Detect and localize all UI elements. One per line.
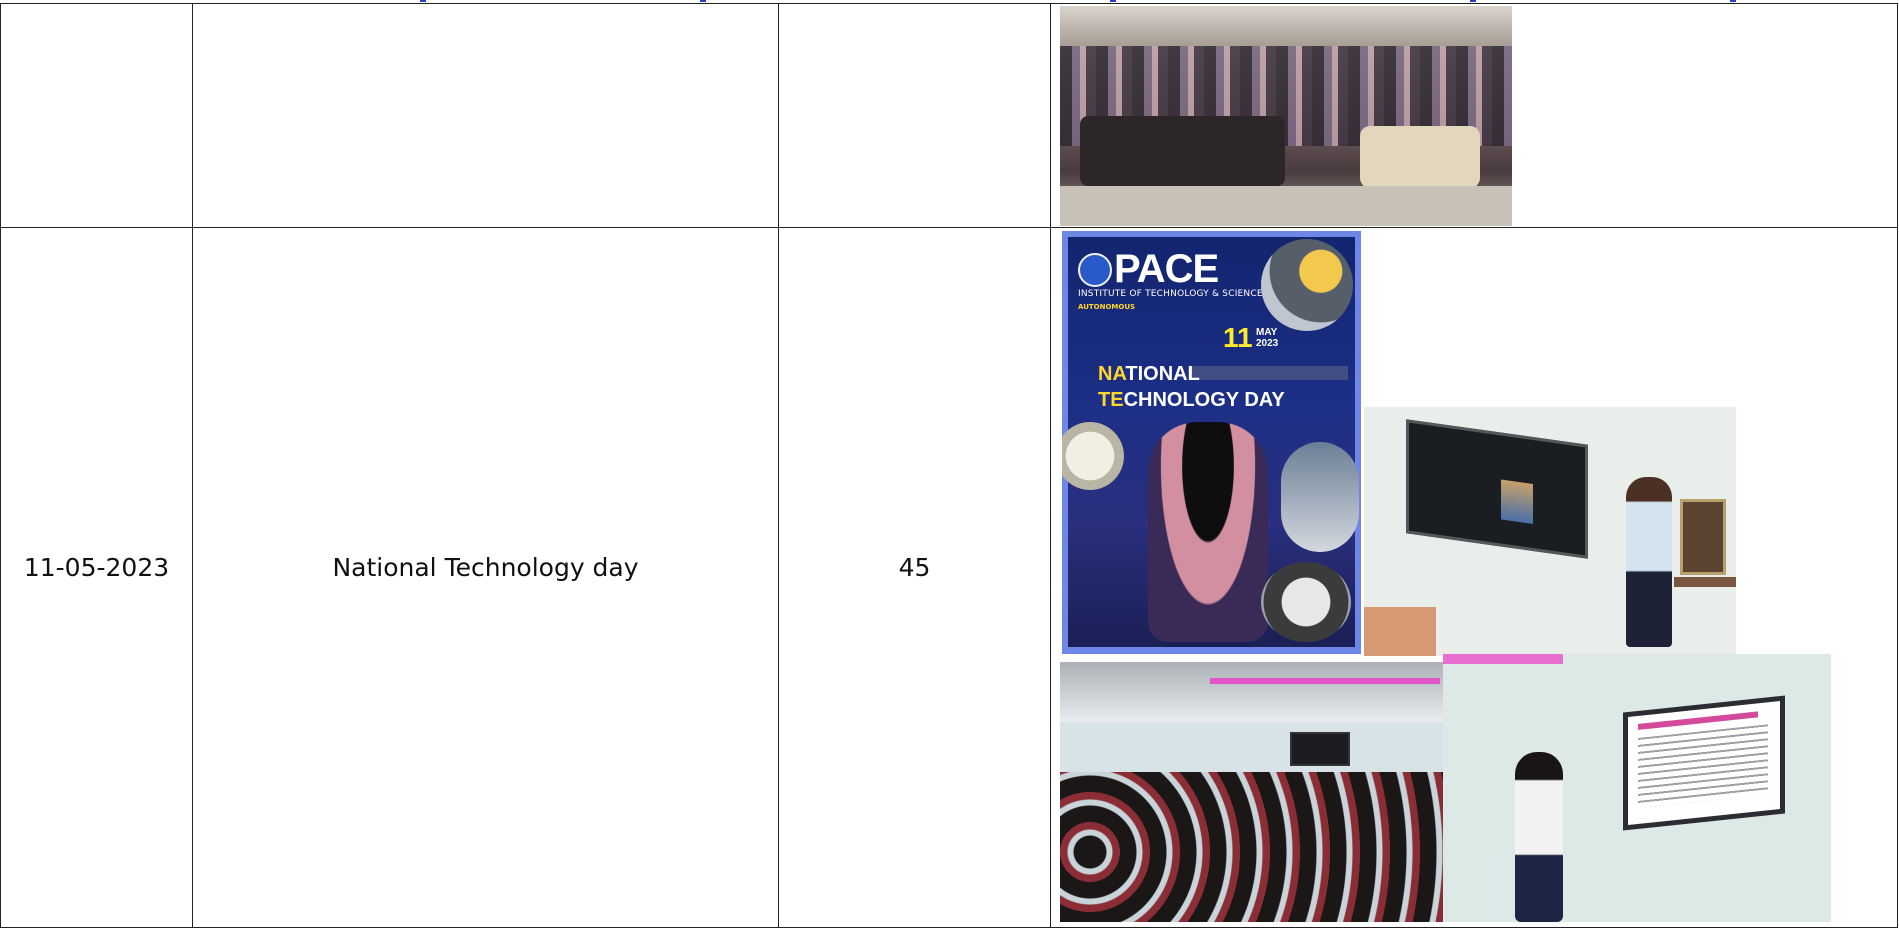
beige-sofa xyxy=(1360,126,1480,188)
poster-month-year: MAY 2023 xyxy=(1256,327,1278,349)
poster-badge: AUTONOMOUS xyxy=(1078,303,1136,311)
auditorium-audience-photo xyxy=(1060,6,1512,226)
photos-cell: PACE INSTITUTE OF TECHNOLOGY & SCIENCES … xyxy=(1050,227,1898,928)
audience-heads xyxy=(1060,772,1443,922)
date-cell: 11-05-2023 xyxy=(0,227,193,928)
poster-day: 11 xyxy=(1223,322,1253,353)
student-figure xyxy=(1515,752,1563,922)
link-fragment xyxy=(1470,0,1476,2)
poster-title-line1: NATIONAL xyxy=(1098,363,1200,386)
poster-brand: PACE xyxy=(1114,247,1219,291)
table-row xyxy=(0,3,1898,228)
ceiling-area xyxy=(1060,6,1512,46)
link-fragment xyxy=(700,0,706,2)
science-bubble-image xyxy=(1062,422,1124,490)
title-highlight: TE xyxy=(1098,389,1124,411)
screen-image xyxy=(1501,479,1533,525)
display-screen xyxy=(1406,419,1588,559)
poster-year: 2023 xyxy=(1256,338,1279,349)
events-table: 11-05-2023 National Technology day 45 PA… xyxy=(0,3,1898,928)
link-fragment xyxy=(1730,0,1736,2)
pink-light-strip xyxy=(1443,654,1563,664)
link-fragment xyxy=(1110,0,1116,2)
presenter-figure xyxy=(1626,477,1672,647)
title-rest: TIONAL xyxy=(1125,363,1200,385)
poster-band xyxy=(1188,366,1348,380)
architecture-bubble-image xyxy=(1281,442,1359,552)
event-cell: National Technology day xyxy=(192,227,779,928)
robotics-bubble-image xyxy=(1261,239,1353,331)
pink-light-strip xyxy=(1210,678,1440,684)
display-screen xyxy=(1623,695,1785,831)
student-robotics-bubble-image xyxy=(1261,562,1351,642)
dark-sofa xyxy=(1080,116,1285,186)
title-highlight: NA xyxy=(1098,363,1126,385)
crate xyxy=(1364,607,1436,656)
slide-text-lines xyxy=(1638,724,1768,808)
wall-tv xyxy=(1290,732,1350,766)
wall-frame xyxy=(1680,499,1726,575)
event-cell xyxy=(192,3,779,228)
poster-institute: INSTITUTE OF TECHNOLOGY & SCIENCES xyxy=(1078,289,1269,299)
presenter-with-screen-photo xyxy=(1364,407,1736,656)
side-table xyxy=(1674,577,1736,587)
date-cell xyxy=(0,3,193,228)
floor-area xyxy=(1060,186,1512,226)
photos-cell xyxy=(1050,3,1898,228)
poster-title-line2: TECHNOLOGY DAY xyxy=(1098,389,1285,412)
event-poster: PACE INSTITUTE OF TECHNOLOGY & SCIENCES … xyxy=(1062,231,1361,654)
table-row: 11-05-2023 National Technology day 45 PA… xyxy=(0,227,1898,928)
participants-cell xyxy=(778,3,1051,228)
ceiling-area xyxy=(1060,662,1443,722)
title-rest: CHNOLOGY DAY xyxy=(1123,389,1285,411)
participants-cell: 45 xyxy=(778,227,1051,928)
vr-headset-image xyxy=(1148,422,1268,642)
poster-background: PACE INSTITUTE OF TECHNOLOGY & SCIENCES … xyxy=(1062,237,1359,647)
link-fragment xyxy=(420,0,426,2)
student-audience-photo xyxy=(1060,662,1443,922)
poster-month: MAY xyxy=(1256,327,1278,338)
institute-logo-icon xyxy=(1078,253,1112,287)
student-presenter-photo xyxy=(1443,654,1831,922)
